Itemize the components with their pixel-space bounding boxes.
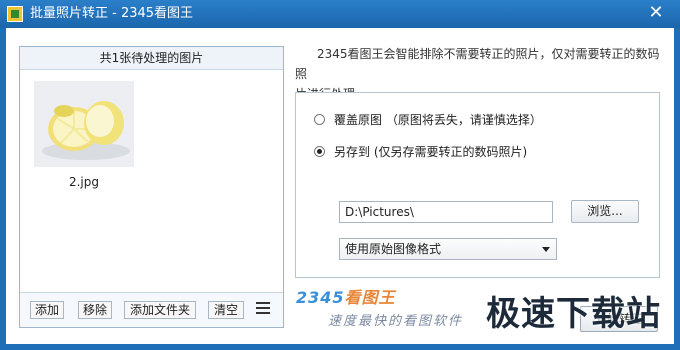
lemon-image-icon xyxy=(34,81,134,167)
output-options-group: 覆盖原图 （原图将丢失，请谨慎选择） 另存到 (仅另存需要转正的数码照片) 浏览… xyxy=(295,92,660,278)
image-count-header: 共1张待处理的图片 xyxy=(20,47,283,70)
overwrite-label: 覆盖原图 （原图将丢失，请谨慎选择） xyxy=(334,113,542,127)
list-toolbar: 添加 移除 添加文件夹 清空 xyxy=(20,292,283,327)
batch-rotate-dialog: 批量照片转正 - 2345看图王 ✕ 共1张待处理的图片 2.jpg 添加 移除… xyxy=(0,0,680,350)
close-icon[interactable]: ✕ xyxy=(646,3,666,23)
remove-button[interactable]: 移除 xyxy=(78,301,112,319)
browse-button[interactable]: 浏览... xyxy=(571,200,639,223)
image-list-panel: 共1张待处理的图片 2.jpg 添加 移除 添加文件夹 清空 xyxy=(19,46,284,328)
list-view-icon[interactable] xyxy=(256,302,270,316)
window-title: 批量照片转正 - 2345看图王 xyxy=(30,6,194,21)
save-as-label: 另存到 (仅另存需要转正的数码照片) xyxy=(334,145,528,159)
add-folder-button[interactable]: 添加文件夹 xyxy=(124,301,196,319)
image-thumbnail[interactable] xyxy=(34,81,134,167)
add-button[interactable]: 添加 xyxy=(30,301,64,319)
title-bar[interactable]: 批量照片转正 - 2345看图王 ✕ xyxy=(0,0,680,28)
image-format-select[interactable]: 使用原始图像格式 xyxy=(339,238,557,260)
image-format-value: 使用原始图像格式 xyxy=(345,242,442,256)
brand-slogan: 速度最快的看图软件 xyxy=(328,314,464,329)
site-watermark: 极速下载站 xyxy=(486,294,661,334)
chevron-down-icon xyxy=(542,247,550,252)
image-filename: 2.jpg xyxy=(68,175,100,189)
description-line-1: 2345看图王会智能排除不需要转正的照片，仅对需要转正的数码照 xyxy=(295,47,660,81)
brand-logo: 2345看图王 xyxy=(296,288,396,307)
save-path-input[interactable] xyxy=(339,201,553,223)
clear-button[interactable]: 清空 xyxy=(208,301,244,319)
dialog-body: 共1张待处理的图片 2.jpg 添加 移除 添加文件夹 清空 2345看图王会智… xyxy=(6,28,674,344)
app-icon xyxy=(7,6,23,22)
overwrite-radio[interactable] xyxy=(314,114,325,125)
save-as-radio[interactable] xyxy=(314,146,325,157)
